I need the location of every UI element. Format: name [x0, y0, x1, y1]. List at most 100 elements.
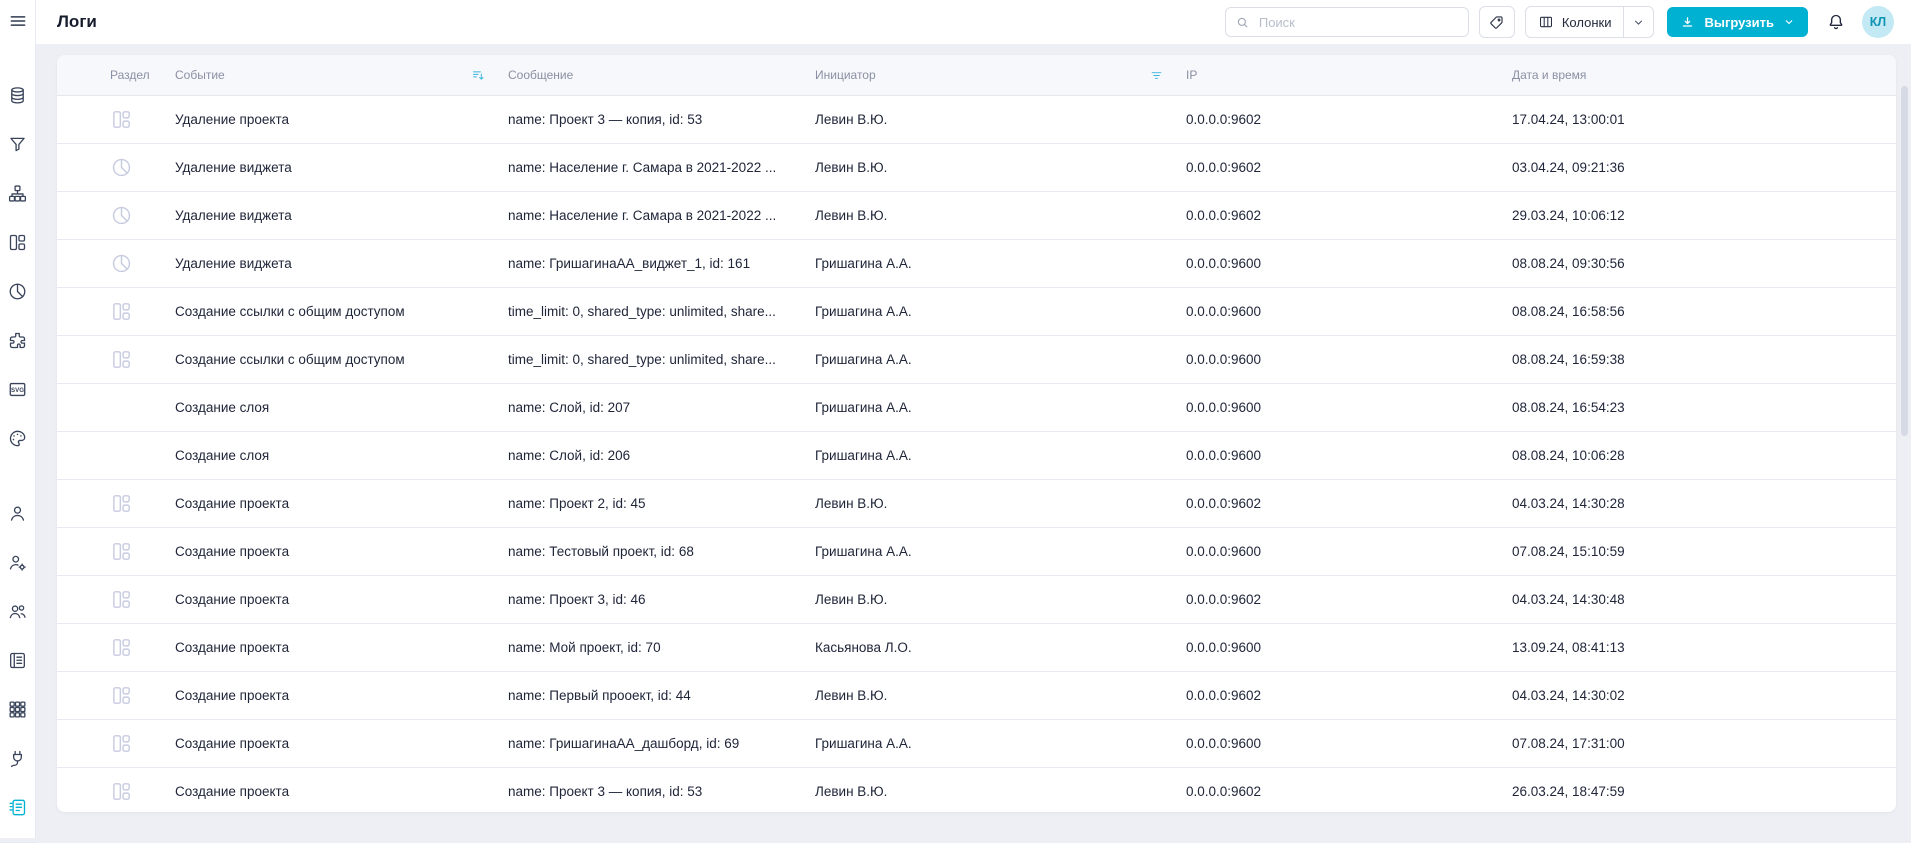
sidebar-item-sitemap[interactable]: [4, 179, 32, 207]
datetime-cell: 07.08.24, 15:10:59: [1512, 544, 1625, 559]
table-row[interactable]: Создание слоя name: Слой, id: 206 Гришаг…: [57, 432, 1896, 480]
chevron-down-icon: [1785, 20, 1793, 25]
message-cell: name: ГришагинаАА_дашборд, id: 69: [508, 736, 740, 751]
sidebar-item-users-group[interactable]: [4, 597, 32, 625]
ip-cell: 0.0.0.0:9600: [1186, 448, 1262, 463]
search-input[interactable]: [1256, 13, 1459, 31]
message-cell: name: Население г. Самара в 2021-2022 ..…: [508, 208, 777, 223]
menu-icon[interactable]: [8, 11, 28, 36]
dashboard-icon: [113, 591, 130, 608]
sidebar-item-user-settings[interactable]: [4, 548, 32, 576]
filter-icon: [10, 137, 25, 151]
table-body: Удаление проекта name: Проект 3 — копия,…: [57, 96, 1896, 812]
message-cell: name: Проект 3 — копия, id: 53: [508, 112, 703, 127]
table-row[interactable]: Создание слоя name: Слой, id: 207 Гришаг…: [57, 384, 1896, 432]
sidebar-item-puzzle[interactable]: [4, 326, 32, 354]
vertical-scrollbar-thumb[interactable]: [1901, 86, 1908, 436]
event-cell: Создание проекта: [175, 592, 290, 607]
section-cell: [57, 540, 175, 563]
table-row[interactable]: Удаление виджета name: Население г. Сама…: [57, 144, 1896, 192]
sidebar-nav-top: SVG: [4, 81, 32, 473]
pie-chart-icon: [112, 206, 131, 225]
columns-dropdown-button[interactable]: [1623, 7, 1653, 37]
filter-icon[interactable]: [1149, 68, 1164, 83]
datetime-cell: 08.08.24, 16:54:23: [1512, 400, 1625, 415]
sidebar-item-filter[interactable]: [4, 130, 32, 158]
column-header-2[interactable]: Сообщение: [508, 68, 815, 82]
datetime-cell: 13.09.24, 08:41:13: [1512, 640, 1625, 655]
initiator-cell: Левин В.Ю.: [815, 160, 888, 175]
message-cell: name: Слой, id: 207: [508, 400, 631, 415]
table-row[interactable]: Создание проекта name: Мой проект, id: 7…: [57, 624, 1896, 672]
sidebar-item-apps-grid[interactable]: [4, 695, 32, 723]
sidebar-item-pie-chart[interactable]: [4, 277, 32, 305]
sidebar-item-svg[interactable]: SVG: [4, 375, 32, 403]
table-row[interactable]: Удаление проекта name: Проект 3 — копия,…: [57, 96, 1896, 144]
ip-cell: 0.0.0.0:9602: [1186, 112, 1262, 127]
column-header-3[interactable]: Инициатор: [815, 68, 1186, 83]
dashboard-icon: [9, 234, 26, 250]
sidebar-item-dashboard[interactable]: [4, 228, 32, 256]
event-cell: Удаление виджета: [175, 256, 292, 271]
tag-button[interactable]: [1478, 6, 1515, 38]
message-cell: name: Мой проект, id: 70: [508, 640, 661, 655]
event-cell: Удаление виджета: [175, 160, 292, 175]
initiator-cell: Левин В.Ю.: [815, 784, 888, 799]
pie-chart-icon: [112, 158, 131, 177]
table-row[interactable]: Создание проекта name: Проект 3 — копия,…: [57, 768, 1896, 812]
svg-text:SVG: SVG: [11, 386, 24, 393]
ip-cell: 0.0.0.0:9602: [1186, 160, 1262, 175]
ip-cell: 0.0.0.0:9600: [1186, 544, 1262, 559]
sidebar-item-database[interactable]: [4, 81, 32, 109]
table-row[interactable]: Создание ссылки с общим доступом time_li…: [57, 336, 1896, 384]
export-button[interactable]: Выгрузить: [1667, 7, 1808, 37]
section-cell: [57, 732, 175, 755]
datetime-cell: 08.08.24, 09:30:56: [1512, 256, 1625, 271]
message-cell: name: Население г. Самара в 2021-2022 ..…: [508, 160, 777, 175]
columns-button-group: Колонки: [1524, 6, 1655, 38]
table-row[interactable]: Удаление виджета name: Население г. Сама…: [57, 192, 1896, 240]
table-row[interactable]: Создание проекта name: ГришагинаАА_дашбо…: [57, 720, 1896, 768]
column-header-4[interactable]: IP: [1186, 68, 1512, 82]
table-row[interactable]: Создание проекта name: Первый прооект, i…: [57, 672, 1896, 720]
table-row[interactable]: Создание проекта name: Тестовый проект, …: [57, 528, 1896, 576]
sidebar-item-palette[interactable]: [4, 424, 32, 452]
section-cell: [57, 348, 175, 371]
sidebar: SVG: [0, 0, 36, 843]
avatar[interactable]: КЛ: [1862, 6, 1894, 38]
column-header-1[interactable]: Событие: [175, 68, 508, 83]
table-header-row: Раздел Событие Сообщение Инициатор IP Дата и …: [57, 55, 1896, 96]
event-cell: Создание ссылки с общим доступом: [175, 304, 405, 319]
sidebar-item-logs[interactable]: [4, 793, 32, 821]
table-row[interactable]: Создание ссылки с общим доступом time_li…: [57, 288, 1896, 336]
datetime-cell: 29.03.24, 10:06:12: [1512, 208, 1625, 223]
column-header-5[interactable]: Дата и время: [1512, 68, 1896, 82]
table-row[interactable]: Создание проекта name: Проект 3, id: 46 …: [57, 576, 1896, 624]
datetime-cell: 08.08.24, 10:06:28: [1512, 448, 1625, 463]
sidebar-item-book[interactable]: [4, 646, 32, 674]
event-cell: Создание проекта: [175, 496, 290, 511]
message-cell: name: Проект 2, id: 45: [508, 496, 646, 511]
sidebar-item-user[interactable]: [4, 499, 32, 527]
column-header-label: Дата и время: [1512, 68, 1587, 82]
notifications-button[interactable]: [1826, 12, 1846, 32]
dashboard-icon: [113, 687, 130, 704]
initiator-cell: Левин В.Ю.: [815, 496, 888, 511]
event-cell: Создание слоя: [175, 448, 270, 463]
section-cell: [57, 156, 175, 179]
export-button-label: Выгрузить: [1704, 14, 1774, 30]
column-header-0[interactable]: Раздел: [57, 68, 175, 82]
initiator-cell: Левин В.Ю.: [815, 112, 888, 127]
table-row[interactable]: Создание проекта name: Проект 2, id: 45 …: [57, 480, 1896, 528]
sidebar-item-plug[interactable]: [4, 744, 32, 772]
sort-descending-icon[interactable]: [471, 68, 486, 83]
message-cell: name: Первый прооект, id: 44: [508, 688, 691, 703]
event-cell: Создание ссылки с общим доступом: [175, 352, 405, 367]
table-row[interactable]: Удаление виджета name: ГришагинаАА_видже…: [57, 240, 1896, 288]
datetime-cell: 04.03.24, 14:30:48: [1512, 592, 1625, 607]
initiator-cell: Гришагина А.А.: [815, 256, 912, 271]
section-cell: [57, 492, 175, 515]
pie-chart-icon: [112, 254, 131, 273]
datetime-cell: 07.08.24, 17:31:00: [1512, 736, 1625, 751]
columns-button[interactable]: Колонки: [1526, 7, 1624, 37]
